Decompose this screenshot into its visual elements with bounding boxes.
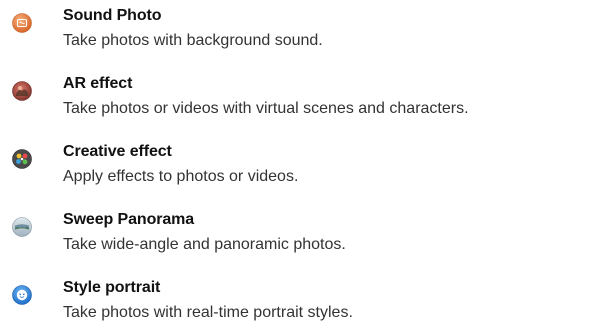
mode-title: Style portrait — [63, 279, 161, 296]
sound-photo-icon — [12, 13, 32, 33]
mode-item-creative-effect[interactable]: Creative effect Apply effects to photos … — [0, 142, 590, 198]
mode-description: Take wide-angle and panoramic photos. — [63, 236, 346, 253]
mode-item-ar-effect[interactable]: AR effect Take photos or videos with vir… — [0, 74, 590, 130]
mode-item-sweep-panorama[interactable]: Sweep Panorama Take wide-angle and panor… — [0, 210, 590, 266]
mode-title: AR effect — [63, 75, 133, 92]
mode-description: Take photos with background sound. — [63, 32, 323, 49]
ar-effect-icon — [12, 81, 32, 101]
mode-title: Creative effect — [63, 143, 172, 160]
creative-effect-icon — [12, 149, 32, 169]
mode-item-style-portrait[interactable]: Style portrait Take photos with real-tim… — [0, 278, 590, 334]
sweep-panorama-icon — [12, 217, 32, 237]
mode-description: Take photos or videos with virtual scene… — [63, 100, 469, 117]
mode-description: Take photos with real-time portrait styl… — [63, 304, 353, 321]
camera-mode-list: Sound Photo Take photos with background … — [0, 0, 590, 336]
style-portrait-icon — [12, 285, 32, 305]
mode-title: Sound Photo — [63, 7, 162, 24]
mode-title: Sweep Panorama — [63, 211, 195, 228]
mode-description: Apply effects to photos or videos. — [63, 168, 299, 185]
mode-item-sound-photo[interactable]: Sound Photo Take photos with background … — [0, 6, 590, 62]
